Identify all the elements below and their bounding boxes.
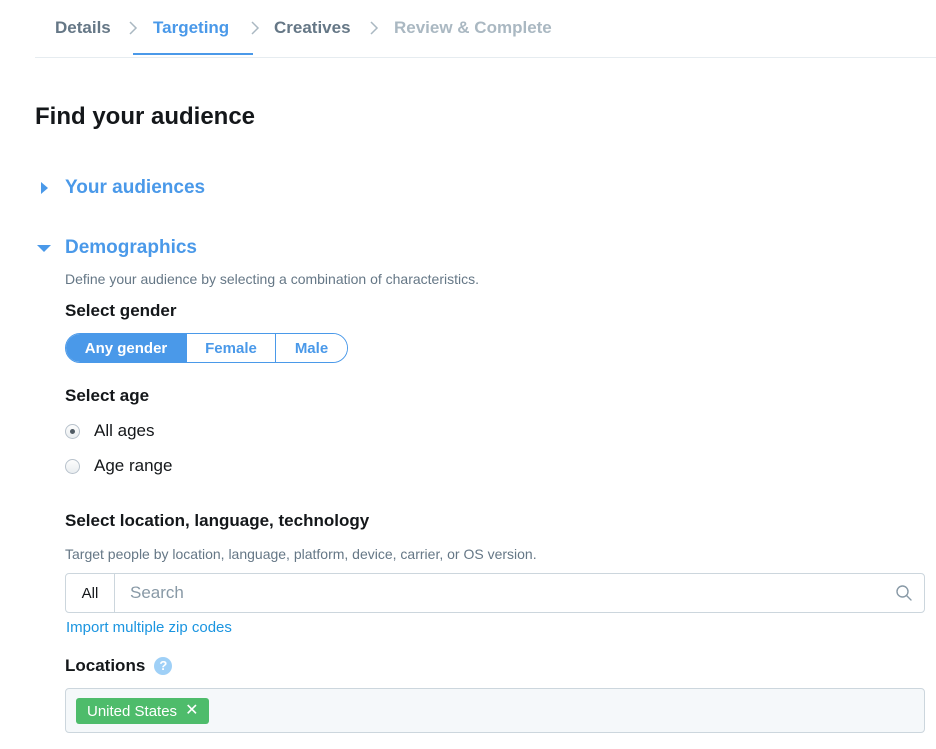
caret-down-icon bbox=[35, 238, 65, 258]
location-tag: United States ✕ bbox=[76, 698, 210, 724]
search-icon[interactable] bbox=[884, 574, 924, 612]
page-title: Find your audience bbox=[35, 103, 256, 130]
your-audiences-toggle[interactable]: Your audiences bbox=[35, 177, 205, 199]
gender-any-button[interactable]: Any gender bbox=[66, 334, 186, 362]
gender-male-button[interactable]: Male bbox=[275, 334, 347, 362]
demographics-description: Define your audience by selecting a comb… bbox=[65, 271, 479, 287]
targeting-description: Target people by location, language, pla… bbox=[65, 546, 537, 562]
demographics-label: Demographics bbox=[65, 237, 197, 258]
age-label: Select age bbox=[65, 386, 150, 405]
locations-label-row: Locations? bbox=[65, 656, 173, 676]
chevron-right-icon bbox=[124, 19, 142, 37]
remove-tag-icon[interactable]: ✕ bbox=[185, 703, 198, 719]
targeting-label: Select location, language, technology bbox=[65, 511, 370, 530]
chevron-right-icon bbox=[246, 19, 264, 37]
age-option-range-label: Age range bbox=[94, 456, 173, 475]
help-icon[interactable]: ? bbox=[154, 656, 173, 675]
progress-stepper: Details Targeting Creatives Review & Com… bbox=[35, 0, 936, 58]
active-step-indicator bbox=[133, 53, 253, 55]
gender-female-button[interactable]: Female bbox=[186, 334, 275, 362]
chevron-right-icon bbox=[365, 19, 383, 37]
gender-label: Select gender bbox=[65, 301, 177, 320]
location-tag-label: United States bbox=[87, 702, 178, 720]
age-option-all[interactable]: All ages bbox=[65, 421, 154, 441]
search-scope-dropdown[interactable]: All bbox=[66, 574, 115, 612]
demographics-toggle[interactable]: Demographics bbox=[35, 237, 197, 259]
import-zip-codes-link[interactable]: Import multiple zip codes bbox=[66, 619, 232, 637]
locations-label: Locations bbox=[65, 656, 146, 675]
caret-right-icon bbox=[35, 178, 65, 198]
radio-unchecked[interactable] bbox=[65, 458, 80, 474]
your-audiences-label: Your audiences bbox=[65, 177, 206, 198]
targeting-search: All bbox=[65, 573, 925, 613]
gender-selector: Any gender Female Male bbox=[65, 333, 348, 363]
step-creatives[interactable]: Creatives bbox=[274, 18, 351, 38]
step-details[interactable]: Details bbox=[55, 18, 111, 38]
radio-checked[interactable] bbox=[65, 423, 80, 439]
age-option-range[interactable]: Age range bbox=[65, 456, 172, 476]
age-option-all-label: All ages bbox=[94, 421, 155, 440]
locations-box[interactable]: United States ✕ bbox=[65, 688, 925, 733]
step-targeting[interactable]: Targeting bbox=[153, 18, 229, 38]
search-input[interactable] bbox=[115, 574, 884, 612]
step-review-complete: Review & Complete bbox=[394, 18, 552, 37]
